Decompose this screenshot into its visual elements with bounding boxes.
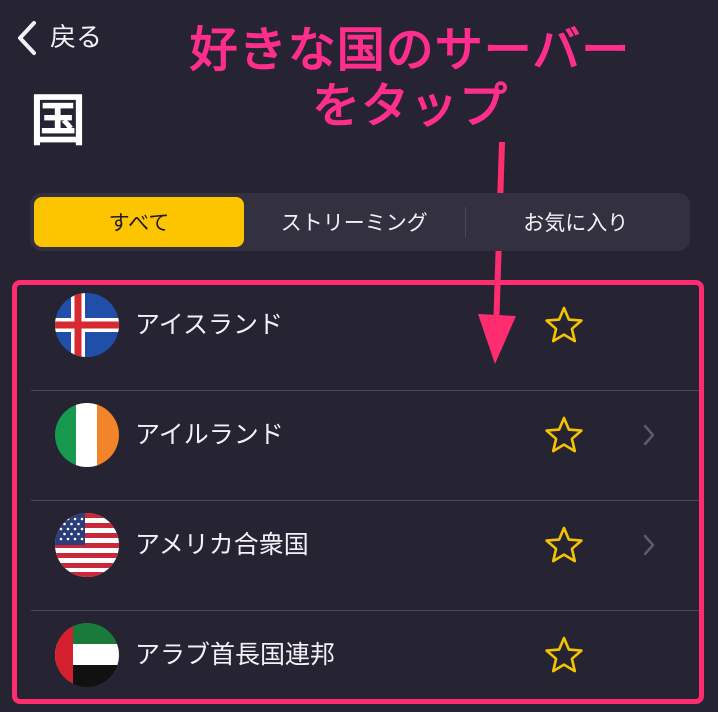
star-icon[interactable]: [544, 525, 584, 565]
page-title: 国: [30, 89, 86, 154]
chevron-right-icon: [643, 534, 655, 556]
ireland-flag-icon: [55, 403, 119, 467]
annotation-line-2: をタップ: [311, 78, 508, 134]
star-icon[interactable]: [544, 305, 584, 345]
annotation-line-1: 好きな国のサーバー: [189, 22, 631, 78]
country-name: アイスランド: [135, 310, 284, 339]
country-list: アイスランド アイルランド アメリカ合衆国 アラブ首長国連邦: [12, 280, 704, 704]
tab-favorites[interactable]: お気に入り: [466, 197, 687, 247]
country-name: アメリカ合衆国: [135, 530, 309, 559]
uae-flag-icon: [55, 623, 119, 687]
iceland-flag-icon: [55, 293, 119, 357]
usa-flag-icon: [55, 513, 119, 577]
country-row[interactable]: アメリカ合衆国: [17, 501, 699, 611]
tab-streaming[interactable]: ストリーミング: [244, 197, 465, 247]
star-icon[interactable]: [544, 415, 584, 455]
chevron-left-icon: [18, 21, 36, 55]
tab-all[interactable]: すべて: [34, 197, 244, 247]
star-icon[interactable]: [544, 635, 584, 675]
tutorial-annotation: 好きな国のサーバー をタップ: [120, 22, 700, 134]
country-name: アラブ首長国連邦: [135, 640, 336, 669]
country-row[interactable]: アイスランド: [17, 285, 699, 391]
app-screen: 戻る 国 好きな国のサーバー をタップ すべて ストリーミング お気に入り アイ…: [0, 0, 718, 712]
back-label: 戻る: [50, 23, 103, 53]
chevron-right-icon: [643, 424, 655, 446]
filter-segmented-control: すべて ストリーミング お気に入り: [30, 193, 690, 251]
country-name: アイルランド: [135, 420, 284, 449]
country-row[interactable]: アイルランド: [17, 391, 699, 501]
country-row[interactable]: アラブ首長国連邦: [17, 611, 699, 699]
back-button[interactable]: 戻る: [14, 18, 102, 58]
